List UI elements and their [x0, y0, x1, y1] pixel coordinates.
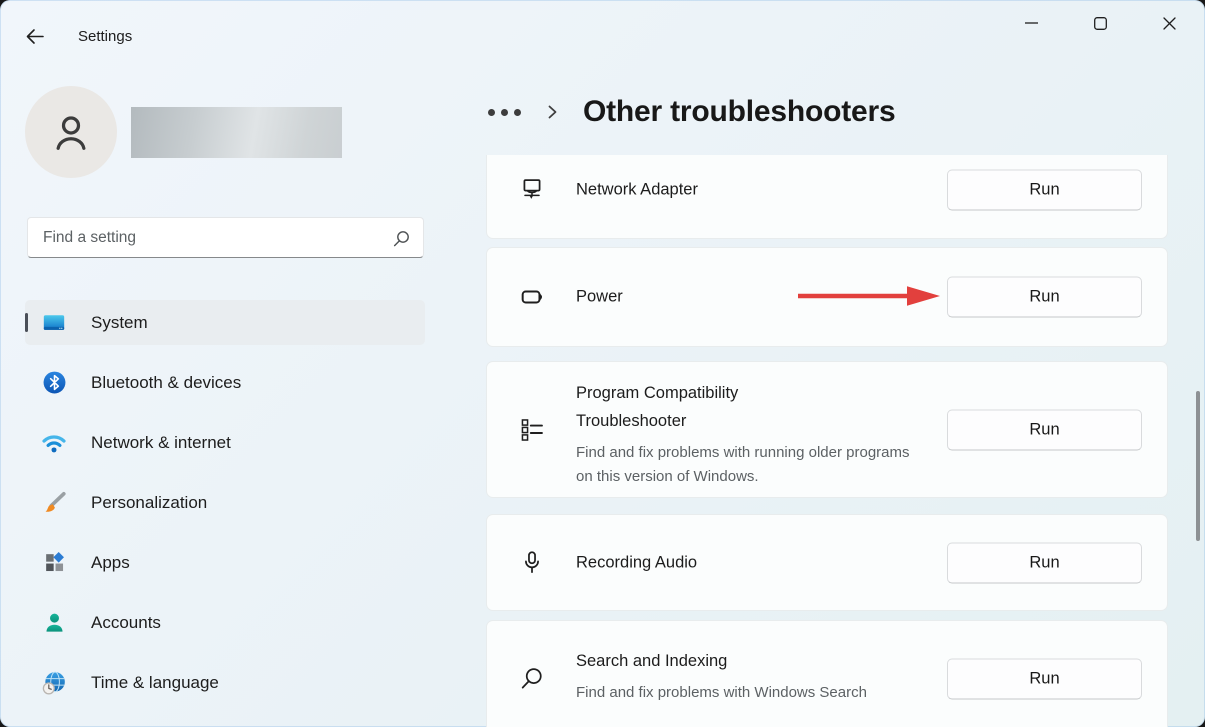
run-button[interactable]: Run [947, 542, 1142, 583]
troubleshooter-name: Recording Audio [576, 553, 697, 572]
sidebar-item-bluetooth-devices[interactable]: Bluetooth & devices [25, 360, 425, 405]
microphone-icon [518, 549, 546, 577]
sidebar-item-personalization[interactable]: Personalization [25, 480, 425, 525]
troubleshooter-row-network-adapter: Network Adapter Run [486, 155, 1168, 239]
back-arrow-icon [25, 28, 45, 45]
search-input[interactable] [28, 218, 423, 257]
troubleshooter-name: Search and Indexing [576, 647, 826, 675]
run-button[interactable]: Run [947, 277, 1142, 318]
close-button[interactable] [1146, 0, 1192, 46]
sidebar-nav: System Bluetooth & devices Network & int… [25, 300, 425, 720]
user-name-redacted [131, 107, 342, 158]
time-language-icon [41, 670, 67, 696]
bluetooth-icon [41, 370, 67, 396]
sidebar-item-time-language[interactable]: Time & language [25, 660, 425, 705]
run-button[interactable]: Run [947, 658, 1142, 699]
run-button[interactable]: Run [947, 409, 1142, 450]
sidebar-item-label: Accounts [91, 613, 161, 633]
troubleshooter-description: Find and fix problems with running older… [576, 441, 926, 489]
checklist-icon [518, 416, 546, 444]
troubleshooter-text: Search and Indexing Find and fix problem… [576, 647, 867, 705]
sidebar-item-label: System [91, 313, 148, 333]
troubleshooter-list: Network Adapter Run Power Run Program Co… [486, 155, 1168, 727]
avatar [25, 86, 117, 178]
troubleshooter-row-search-indexing: Search and Indexing Find and fix problem… [486, 620, 1168, 727]
troubleshooter-description: Find and fix problems with Windows Searc… [576, 681, 867, 705]
search-icon [393, 230, 410, 247]
scrollbar-thumb[interactable] [1196, 391, 1200, 541]
apps-icon [41, 550, 67, 576]
breadcrumb-more-icon[interactable] [486, 105, 523, 120]
app-title: Settings [78, 28, 132, 45]
annotation-arrow-icon [795, 283, 943, 309]
troubleshooter-name: Network Adapter [576, 181, 698, 200]
sidebar-item-accounts[interactable]: Accounts [25, 600, 425, 645]
accounts-icon [41, 610, 67, 636]
run-button[interactable]: Run [947, 170, 1142, 211]
sidebar-item-label: Network & internet [91, 433, 231, 453]
troubleshooter-text: Program Compatibility Troubleshooter Fin… [576, 379, 926, 489]
chevron-right-icon [545, 105, 559, 119]
troubleshooter-name: Power [576, 288, 623, 307]
network-adapter-icon [518, 176, 546, 204]
personalization-icon [41, 490, 67, 516]
sidebar-item-label: Bluetooth & devices [91, 373, 241, 393]
sidebar-item-apps[interactable]: Apps [25, 540, 425, 585]
page-title: Other troubleshooters [583, 95, 896, 129]
close-icon [1163, 17, 1176, 30]
sidebar-item-label: Personalization [91, 493, 207, 513]
maximize-button[interactable] [1077, 0, 1123, 46]
sidebar-item-system[interactable]: System [25, 300, 425, 345]
network-icon [41, 430, 67, 456]
troubleshooter-row-recording-audio: Recording Audio Run [486, 514, 1168, 611]
minimize-button[interactable] [1008, 0, 1054, 46]
user-icon [48, 109, 94, 155]
back-button[interactable] [16, 17, 54, 55]
maximize-icon [1094, 17, 1107, 30]
system-icon [41, 310, 67, 336]
sidebar-item-network-internet[interactable]: Network & internet [25, 420, 425, 465]
search-box [27, 217, 424, 258]
battery-icon [518, 283, 546, 311]
sidebar-item-label: Apps [91, 553, 130, 573]
selected-indicator [25, 313, 28, 332]
magnifier-icon [518, 665, 546, 693]
troubleshooter-row-program-compatibility: Program Compatibility Troubleshooter Fin… [486, 361, 1168, 498]
settings-window: Settings System [0, 0, 1205, 727]
troubleshooter-name: Program Compatibility Troubleshooter [576, 379, 826, 435]
minimize-icon [1025, 22, 1038, 24]
sidebar-item-label: Time & language [91, 673, 219, 693]
breadcrumb: Other troubleshooters [486, 86, 896, 138]
